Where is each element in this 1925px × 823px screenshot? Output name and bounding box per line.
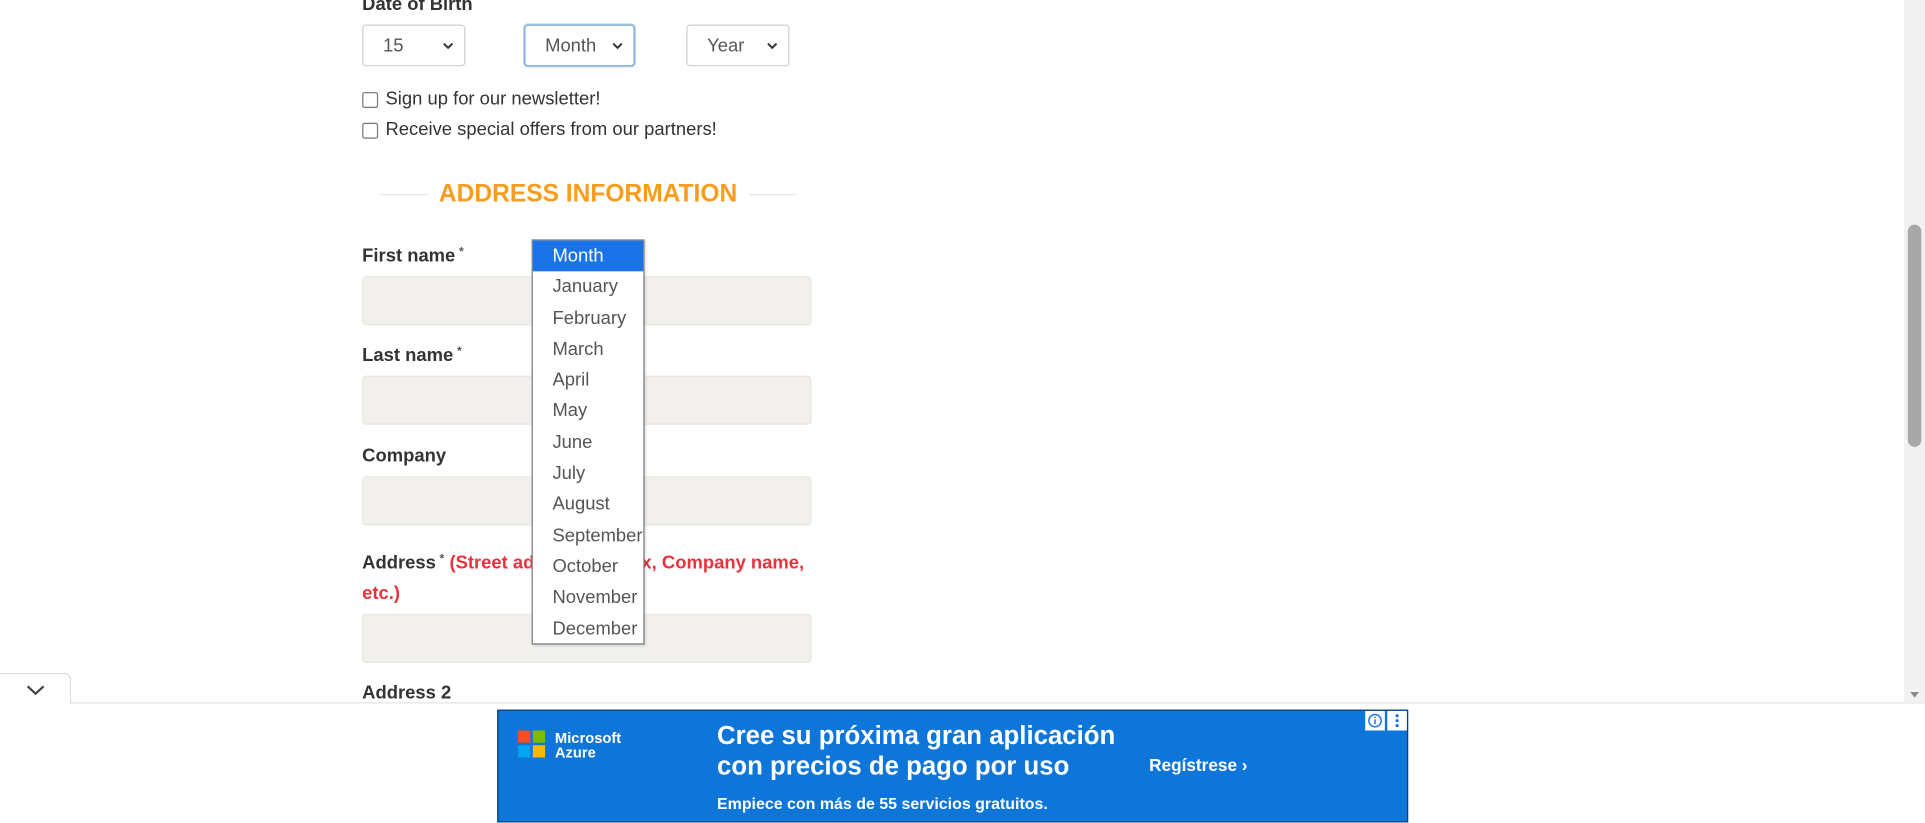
- month-select[interactable]: Month: [524, 24, 635, 67]
- month-option-september[interactable]: September: [533, 520, 643, 551]
- section-title: ADDRESS INFORMATION: [438, 179, 738, 207]
- chevron-down-icon: [767, 42, 778, 50]
- required-mark: *: [456, 344, 462, 359]
- ad-headline-line1: Cree su próxima gran aplicación: [716, 721, 1116, 751]
- azure-ad-banner[interactable]: Microsoft Azure Cree su próxima gran apl…: [497, 709, 1409, 823]
- day-select-value: 15: [383, 34, 404, 56]
- ad-info-icon[interactable]: [1365, 710, 1385, 731]
- ad-brand: Microsoft Azure: [555, 730, 621, 759]
- day-select[interactable]: 15: [362, 24, 466, 67]
- required-mark: *: [439, 552, 445, 566]
- first-name-label-text: First name: [362, 245, 456, 267]
- partners-label[interactable]: Receive special offers from our partners…: [385, 118, 716, 139]
- ad-options-icon[interactable]: [1387, 710, 1407, 731]
- partners-option: Receive special offers from our partners…: [362, 117, 717, 142]
- last-name-label: Last name *: [362, 344, 462, 369]
- divider: [380, 193, 427, 195]
- required-mark: *: [458, 245, 464, 260]
- chevron-down-icon: [443, 42, 454, 50]
- collapse-ad-button[interactable]: [0, 672, 72, 705]
- scrollbar-thumb[interactable]: [1907, 224, 1922, 447]
- month-option-july[interactable]: July: [533, 458, 643, 489]
- address-section-heading: ADDRESS INFORMATION: [380, 178, 796, 210]
- ad-cta-link[interactable]: Regístrese ›: [1149, 755, 1247, 775]
- chevron-down-icon: [26, 684, 44, 695]
- ad-headline: Cree su próxima gran aplicación con prec…: [717, 721, 1122, 782]
- ad-subtext: Empiece con más de 55 servicios gratuito…: [716, 794, 1048, 813]
- last-name-label-text: Last name: [362, 344, 454, 366]
- month-option-month[interactable]: Month: [532, 240, 644, 272]
- month-option-march[interactable]: March: [533, 334, 643, 365]
- newsletter-checkbox[interactable]: [362, 91, 379, 108]
- partners-checkbox[interactable]: [362, 122, 379, 139]
- month-option-december[interactable]: December: [533, 613, 643, 644]
- address-hint-end: x, Company name,: [641, 552, 805, 574]
- ad-controls: [1365, 710, 1407, 731]
- first-name-label: First name *: [362, 244, 464, 269]
- page-viewport: Date of Birth 15 Month Year Sign up for …: [0, 0, 1925, 823]
- newsletter-label[interactable]: Sign up for our newsletter!: [385, 88, 600, 109]
- company-label: Company: [362, 445, 447, 467]
- microsoft-logo-icon: [518, 730, 546, 758]
- month-select-value: Month: [545, 34, 597, 56]
- info-icon: [1368, 713, 1382, 728]
- divider: [749, 193, 796, 195]
- month-dropdown-list: Month January February March April May J…: [531, 239, 645, 645]
- month-option-november[interactable]: November: [533, 582, 643, 613]
- chevron-down-icon: [612, 42, 623, 50]
- scroll-down-arrow-icon[interactable]: [1909, 689, 1920, 700]
- ad-headline-line2: con precios de pago por uso: [716, 752, 1070, 781]
- month-option-june[interactable]: June: [533, 427, 643, 458]
- month-option-october[interactable]: October: [533, 551, 643, 582]
- year-select[interactable]: Year: [686, 24, 790, 67]
- address-hint-line2: etc.): [362, 583, 401, 605]
- month-option-april[interactable]: April: [533, 365, 643, 396]
- month-option-january[interactable]: January: [533, 272, 643, 303]
- dob-label: Date of Birth: [362, 0, 473, 15]
- month-option-may[interactable]: May: [533, 396, 643, 427]
- ad-brand-line2: Azure: [554, 743, 596, 762]
- address-label-text: Address: [362, 552, 436, 574]
- month-option-february[interactable]: February: [533, 303, 643, 334]
- newsletter-option: Sign up for our newsletter!: [362, 86, 600, 111]
- month-option-august[interactable]: August: [533, 489, 643, 520]
- more-vertical-icon: [1395, 714, 1399, 728]
- year-select-value: Year: [707, 34, 745, 56]
